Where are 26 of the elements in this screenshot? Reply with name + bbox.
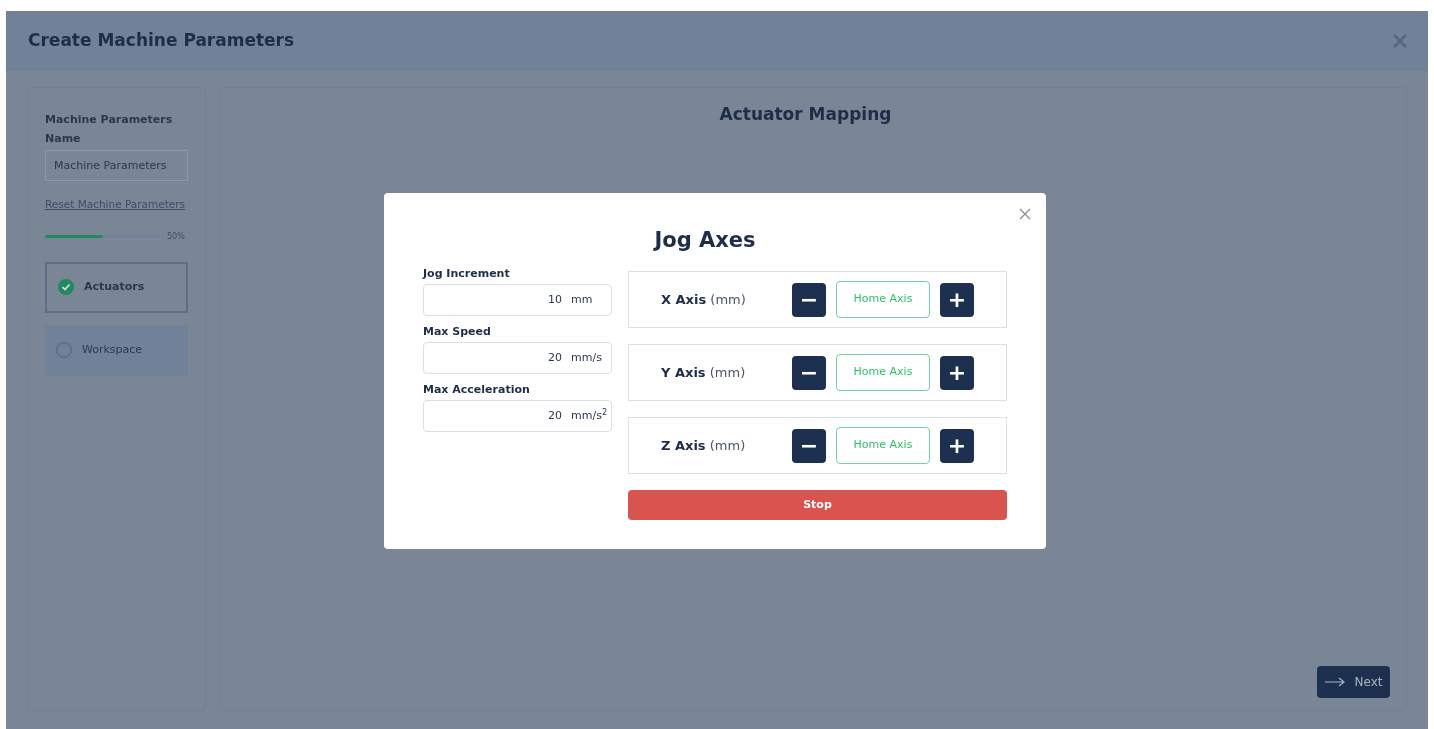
progress-reading: 50%	[167, 230, 185, 243]
number-field[interactable]: 10 mm	[423, 284, 612, 316]
stop-button[interactable]: Stop	[628, 490, 1007, 520]
field-label: Max Acceleration	[423, 382, 531, 398]
plus-button[interactable]: +	[940, 428, 974, 463]
axis-label: Y Axis (mm)	[661, 363, 747, 382]
plus-button[interactable]: +	[940, 282, 974, 317]
step-label: Actuators	[84, 279, 145, 295]
minus-button[interactable]: −	[792, 282, 826, 317]
arrow-right-icon	[1324, 677, 1345, 687]
number-field[interactable]: 20 mm/s$^{2}$	[423, 400, 612, 432]
dialog-title: Jog Axes	[652, 227, 757, 253]
axis-label: X Axis (mm)	[661, 290, 747, 309]
window-title: Create Machine Parameters	[28, 29, 295, 53]
field-label: Max Speed	[423, 324, 492, 340]
minus-button[interactable]: −	[792, 355, 826, 390]
axis-label: Z Axis (mm)	[661, 436, 747, 455]
field-label: Machine Parameters Name	[45, 112, 174, 147]
close-icon[interactable]	[1019, 208, 1031, 220]
section-title: Actuator Mapping	[719, 103, 892, 126]
step-label: Workspace	[82, 342, 143, 358]
field-label: Jog Increment	[423, 266, 511, 282]
minus-button[interactable]: −	[792, 428, 826, 463]
next-button[interactable]: Next	[1317, 666, 1390, 698]
plus-button[interactable]: +	[940, 355, 974, 390]
number-field[interactable]: 20 mm/s	[423, 342, 612, 374]
